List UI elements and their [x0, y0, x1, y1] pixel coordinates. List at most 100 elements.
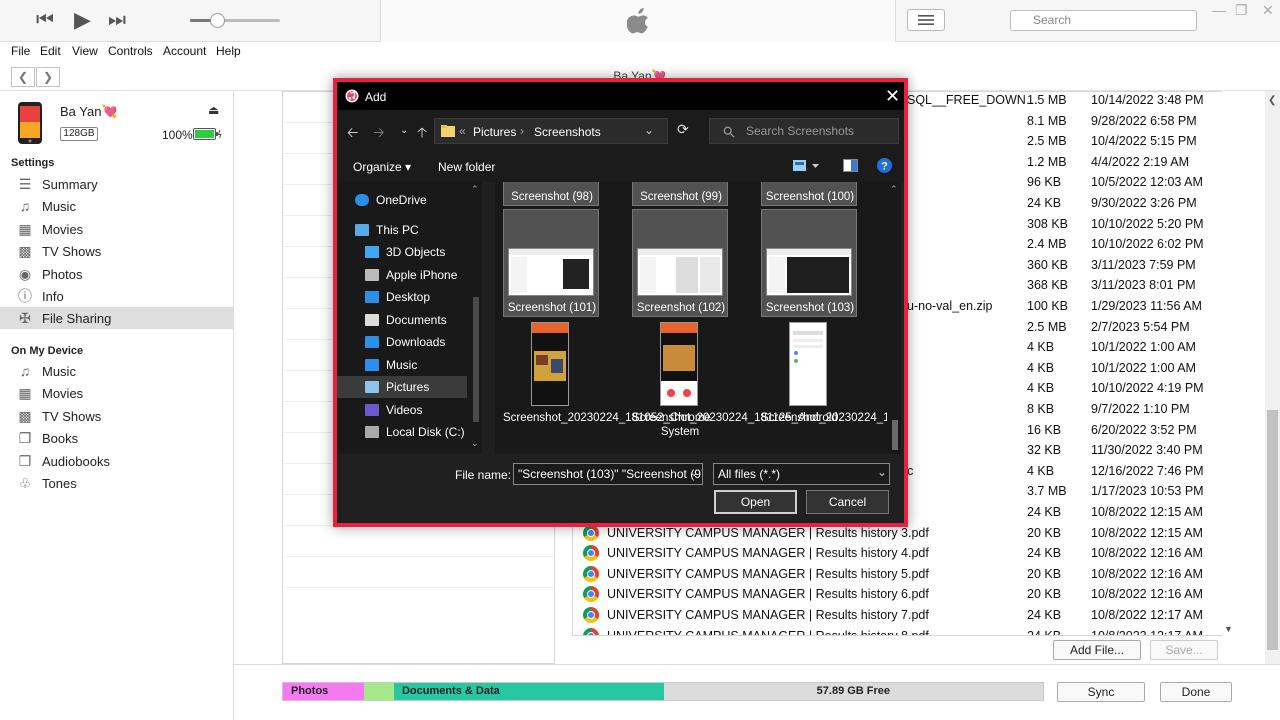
- file-thumbnail-chrome[interactable]: Screenshot_20230224_181052_Chrome: [503, 320, 711, 454]
- maximize-icon[interactable]: ❐: [1235, 2, 1248, 19]
- nav-item-documents[interactable]: Documents: [337, 309, 467, 331]
- breadcrumb-screenshots[interactable]: Screenshots: [534, 125, 601, 139]
- menu-view[interactable]: View: [72, 44, 98, 58]
- add-file-button[interactable]: Add File...: [1053, 640, 1141, 660]
- navigation-scrollbar-thumb[interactable]: [473, 297, 479, 422]
- file-grid-scrollbar-thumb[interactable]: [892, 420, 898, 450]
- scroll-up-icon[interactable]: ⌃: [471, 184, 479, 195]
- file-thumbnail-screenshot-103[interactable]: Screenshot (103): [761, 209, 857, 317]
- sidebar-item-movies[interactable]: ▦ Movies: [0, 218, 234, 240]
- path-overflow[interactable]: «: [459, 124, 466, 138]
- address-bar[interactable]: « Pictures › Screenshots ⌄: [434, 118, 668, 144]
- sidebar-item-file-sharing[interactable]: ✠ File Sharing: [0, 307, 234, 329]
- rewind-icon[interactable]: ⏮: [36, 8, 54, 32]
- scroll-down-icon[interactable]: ▼: [1224, 624, 1233, 634]
- forward-arrow-icon[interactable]: 🡢: [373, 122, 384, 146]
- done-button[interactable]: Done: [1160, 682, 1232, 702]
- music-note-icon: ♫: [19, 363, 31, 379]
- organize-button[interactable]: Organize ▾: [353, 160, 411, 174]
- list-view-button[interactable]: [907, 9, 945, 31]
- sync-button[interactable]: Sync: [1057, 682, 1145, 702]
- forward-button[interactable]: ❯: [36, 67, 60, 87]
- sidebar-item-device-audiobooks[interactable]: ❒ Audiobooks: [0, 450, 234, 472]
- close-icon[interactable]: ✕: [1262, 2, 1274, 19]
- sidebar-item-label: Info: [42, 288, 64, 304]
- file-grid-scrollbar[interactable]: ⌃: [887, 182, 901, 454]
- up-arrow-icon[interactable]: 🡡: [417, 122, 427, 146]
- table-row[interactable]: UNIVERSITY CAMPUS MANAGER | Results hist…: [573, 605, 1223, 626]
- file-name-input[interactable]: "Screenshot (103)" "Screenshot (97: [513, 463, 703, 485]
- open-button[interactable]: Open: [714, 490, 797, 514]
- page-scrollbar-thumb[interactable]: [1267, 410, 1278, 650]
- nav-item-this-pc[interactable]: This PC: [337, 219, 467, 241]
- play-icon[interactable]: ▶: [74, 8, 91, 32]
- nav-item-downloads[interactable]: Downloads: [337, 331, 467, 353]
- file-name: Screenshot (103): [765, 302, 855, 314]
- volume-knob[interactable]: [210, 13, 225, 28]
- dialog-close-icon[interactable]: ✕: [885, 86, 900, 107]
- table-row[interactable]: UNIVERSITY CAMPUS MANAGER | Results hist…: [573, 564, 1223, 585]
- menu-file[interactable]: File: [11, 44, 30, 58]
- breadcrumb-pictures[interactable]: Pictures: [473, 125, 516, 139]
- file-type-select[interactable]: All files (*.*): [713, 463, 890, 485]
- menu-controls[interactable]: Controls: [108, 44, 153, 58]
- nav-item-pictures[interactable]: Pictures: [337, 376, 467, 398]
- nav-item-label: Local Disk (C:): [386, 425, 465, 439]
- scroll-up-icon[interactable]: ⌃: [890, 184, 898, 195]
- documents-scrollbar[interactable]: ▼: [1222, 91, 1235, 636]
- file-thumbnail-files[interactable]: Screenshot_20230224_181200_Files: [761, 320, 887, 454]
- sidebar-item-info[interactable]: ⓘ Info: [0, 285, 234, 307]
- thumbnail-image: [637, 248, 723, 296]
- menu-edit[interactable]: Edit: [40, 44, 61, 58]
- sidebar-item-device-movies[interactable]: ▦ Movies: [0, 382, 234, 404]
- sidebar-item-tv-shows[interactable]: ▩ TV Shows: [0, 240, 234, 262]
- menu-account[interactable]: Account: [163, 44, 206, 58]
- back-arrow-icon[interactable]: 🡠: [347, 122, 358, 146]
- dialog-search-input[interactable]: Search Screenshots: [709, 118, 899, 144]
- help-icon[interactable]: ?: [877, 158, 892, 173]
- scroll-down-icon[interactable]: ⌄: [471, 438, 479, 449]
- file-thumbnail-screenshot-100[interactable]: Screenshot (100): [761, 182, 857, 206]
- nav-item-onedrive[interactable]: OneDrive: [337, 189, 467, 211]
- fast-forward-icon[interactable]: ⏭: [108, 8, 126, 32]
- minimize-icon[interactable]: —: [1212, 2, 1226, 18]
- nav-item-3d-objects[interactable]: 3D Objects: [337, 241, 467, 263]
- sidebar-item-device-tones[interactable]: ♧ Tones: [0, 472, 234, 494]
- list-item[interactable]: [283, 557, 554, 588]
- list-item[interactable]: [283, 526, 554, 557]
- menu-help[interactable]: Help: [216, 44, 241, 58]
- file-thumbnail-screenshot-98[interactable]: Screenshot (98): [503, 182, 599, 206]
- search-input[interactable]: Search: [1010, 10, 1197, 31]
- table-row[interactable]: UNIVERSITY CAMPUS MANAGER | Results hist…: [573, 626, 1223, 635]
- refresh-icon[interactable]: ⟳: [677, 121, 689, 138]
- file-thumbnail-android-system[interactable]: Screenshot_20230224_181125_Android Syste…: [632, 320, 838, 454]
- back-button[interactable]: ❮: [11, 67, 35, 87]
- table-row[interactable]: UNIVERSITY CAMPUS MANAGER | Results hist…: [573, 584, 1223, 605]
- file-thumbnail-screenshot-101[interactable]: Screenshot (101): [503, 209, 599, 317]
- file-name-dropdown-icon[interactable]: ⌄: [689, 465, 699, 479]
- recent-dropdown-icon[interactable]: ⌄: [400, 125, 408, 136]
- sidebar-item-device-music[interactable]: ♫ Music: [0, 360, 234, 382]
- sidebar-item-summary[interactable]: ☰ Summary: [0, 173, 234, 195]
- sidebar-item-music[interactable]: ♫ Music: [0, 195, 234, 217]
- nav-item-apple-iphone[interactable]: Apple iPhone: [337, 264, 467, 286]
- nav-item-local-disk-c[interactable]: Local Disk (C:): [337, 421, 467, 443]
- file-thumbnail-screenshot-99[interactable]: Screenshot (99): [632, 182, 728, 206]
- file-type-dropdown-icon[interactable]: ⌄: [877, 465, 887, 479]
- view-options-icon[interactable]: [793, 160, 821, 172]
- save-button[interactable]: Save...: [1150, 640, 1218, 660]
- nav-item-music[interactable]: Music: [337, 354, 467, 376]
- scroll-up-icon[interactable]: ❮: [1268, 95, 1276, 106]
- file-thumbnail-screenshot-102[interactable]: Screenshot (102): [632, 209, 728, 317]
- sidebar-item-device-tv-shows[interactable]: ▩ TV Shows: [0, 405, 234, 427]
- preview-pane-icon[interactable]: [843, 159, 858, 172]
- cancel-button[interactable]: Cancel: [806, 490, 889, 514]
- sidebar-item-photos[interactable]: ◉ Photos: [0, 263, 234, 285]
- nav-item-desktop[interactable]: Desktop: [337, 286, 467, 308]
- sidebar-item-device-books[interactable]: ❒ Books: [0, 427, 234, 449]
- address-dropdown-icon[interactable]: ⌄: [644, 123, 654, 137]
- nav-item-videos[interactable]: Videos: [337, 399, 467, 421]
- new-folder-button[interactable]: New folder: [438, 160, 495, 174]
- table-row[interactable]: UNIVERSITY CAMPUS MANAGER | Results hist…: [573, 543, 1223, 564]
- eject-icon[interactable]: ⏏: [208, 103, 219, 117]
